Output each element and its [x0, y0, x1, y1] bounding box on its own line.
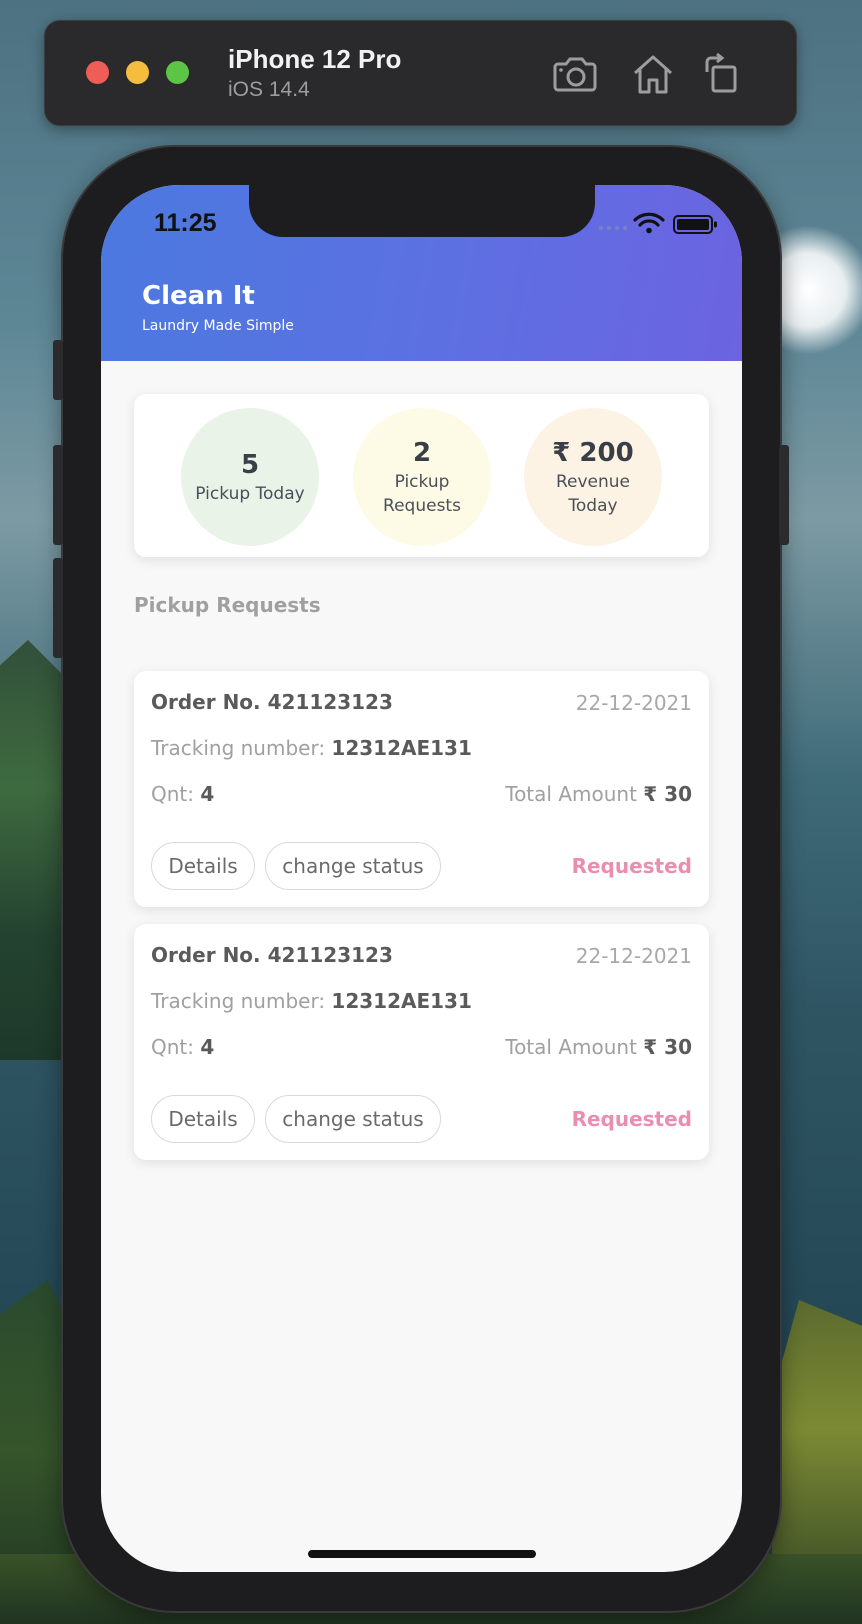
wifi-icon — [633, 212, 665, 234]
volume-down-button — [53, 558, 63, 658]
stat-value: ₹ 200 — [552, 438, 634, 468]
zoom-window-button[interactable] — [166, 61, 189, 84]
home-indicator[interactable] — [308, 1550, 536, 1558]
phone-screen: 11:25 Clean It Laundry Made Simple 5 Pic… — [101, 185, 742, 1572]
rotate-icon[interactable] — [700, 52, 746, 96]
stat-pickup-requests: 2 Pickup Requests — [353, 408, 491, 546]
tracking-value: 12312AE131 — [331, 736, 472, 760]
total-label: Total Amount — [505, 782, 644, 806]
quantity-value: 4 — [200, 782, 215, 806]
stat-value: 5 — [240, 450, 260, 480]
change-status-button[interactable]: change status — [265, 842, 441, 890]
mute-switch — [53, 340, 63, 400]
screenshot-icon[interactable] — [552, 52, 598, 96]
order-number: Order No. 421123123 — [151, 943, 393, 967]
power-button — [779, 445, 789, 545]
order-number: Order No. 421123123 — [151, 690, 393, 714]
simulator-toolbar — [44, 20, 797, 126]
quantity-label: Qnt: — [151, 782, 201, 806]
tracking-label: Tracking number: — [151, 736, 332, 760]
stat-label: Pickup Today — [195, 484, 305, 504]
quantity: Qnt: 4 — [151, 782, 214, 806]
status-time: 11:25 — [154, 209, 217, 237]
quantity: Qnt: 4 — [151, 1035, 214, 1059]
quantity-label: Qnt: — [151, 1035, 201, 1059]
quantity-value: 4 — [200, 1035, 215, 1059]
details-button[interactable]: Details — [151, 1095, 255, 1143]
order-status: Requested — [571, 854, 692, 878]
details-button[interactable]: Details — [151, 842, 255, 890]
total-value: ₹ 30 — [643, 782, 692, 806]
total-label: Total Amount — [505, 1035, 644, 1059]
status-icons — [598, 212, 723, 236]
close-window-button[interactable] — [86, 61, 109, 84]
minimize-window-button[interactable] — [126, 61, 149, 84]
stat-label: Revenue Today — [555, 472, 631, 516]
stat-value: 2 — [412, 438, 432, 468]
order-date: 22-12-2021 — [575, 691, 692, 715]
total-amount: Total Amount ₹ 30 — [505, 782, 692, 806]
total-value: ₹ 30 — [643, 1035, 692, 1059]
tracking-label: Tracking number: — [151, 989, 332, 1013]
background-trees — [0, 640, 70, 1060]
volume-up-button — [53, 445, 63, 545]
simulator-os-version: iOS 14.4 — [228, 78, 310, 101]
stat-pickup-today: 5 Pickup Today — [181, 408, 319, 546]
stat-label: Pickup Requests — [383, 472, 461, 516]
app-subtitle: Laundry Made Simple — [142, 318, 294, 334]
tracking-value: 12312AE131 — [331, 989, 472, 1013]
battery-icon — [673, 215, 717, 234]
app-title: Clean It — [142, 281, 255, 311]
signal-icon — [598, 225, 628, 231]
order-date: 22-12-2021 — [575, 944, 692, 968]
section-title: Pickup Requests — [134, 593, 321, 617]
app-header: 11:25 Clean It Laundry Made Simple — [101, 185, 742, 361]
order-status: Requested — [571, 1107, 692, 1131]
total-amount: Total Amount ₹ 30 — [505, 1035, 692, 1059]
notch — [249, 185, 595, 237]
home-icon[interactable] — [630, 52, 676, 96]
change-status-button[interactable]: change status — [265, 1095, 441, 1143]
stats-card: 5 Pickup Today 2 Pickup Requests ₹ 200 R… — [134, 394, 709, 557]
order-card: Order No. 421123123 22-12-2021 Tracking … — [134, 924, 709, 1160]
tracking-number: Tracking number: 12312AE131 — [151, 989, 472, 1013]
order-card: Order No. 421123123 22-12-2021 Tracking … — [134, 671, 709, 907]
tracking-number: Tracking number: 12312AE131 — [151, 736, 472, 760]
stat-revenue-today: ₹ 200 Revenue Today — [524, 408, 662, 546]
simulator-device-name: iPhone 12 Pro — [228, 44, 402, 74]
